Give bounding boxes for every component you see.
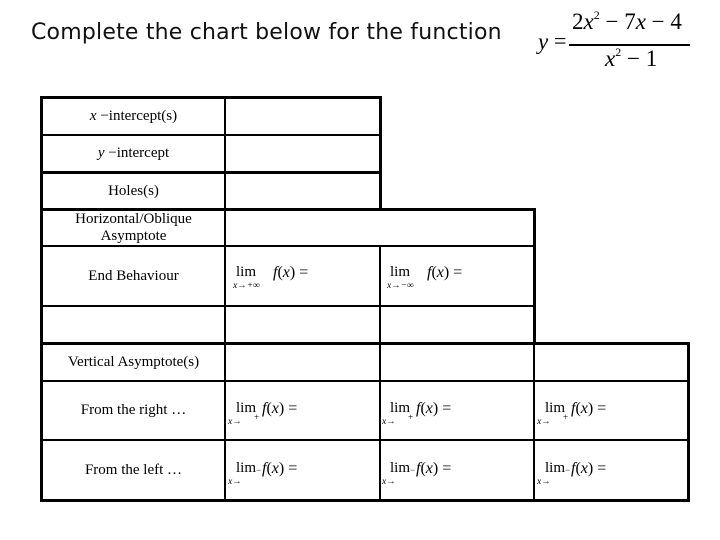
label-asymptote: Horizontal/Oblique Asymptote	[75, 210, 192, 244]
limit-neg-infinity[interactable]: lim x→−∞ f(x) =	[380, 264, 533, 294]
label-y-intercept: y −intercept	[97, 145, 170, 161]
table-border	[40, 499, 690, 502]
label-from-right: From the right …	[80, 402, 187, 418]
answer-y-intercept[interactable]	[226, 136, 379, 171]
label-x-intercepts: x −intercept(s)	[89, 108, 178, 124]
limit-left-1[interactable]: lim x→ − f(x) =	[226, 460, 379, 490]
table-border	[379, 96, 382, 209]
label-end-behaviour: End Behaviour	[88, 267, 179, 284]
function-formula: y = 2x2 − 7x − 4 x2 − 1	[538, 8, 708, 72]
limit-right-1[interactable]: lim x→ + f(x) =	[226, 400, 379, 430]
answer-x-intercepts[interactable]	[226, 99, 379, 134]
formula-numerator: 2x2 − 7x − 4	[572, 8, 682, 34]
answer-asymptote[interactable]	[226, 211, 533, 245]
answer-end-neg[interactable]	[381, 307, 533, 342]
answer-va-3[interactable]	[535, 345, 687, 380]
limit-left-3[interactable]: lim x→ − f(x) =	[535, 460, 687, 490]
formula-lhs: y	[538, 29, 549, 54]
blank-row-label	[43, 307, 224, 342]
instruction-title: Complete the chart below for the functio…	[31, 20, 502, 45]
limit-pos-infinity[interactable]: lim x→+∞ f(x) =	[226, 264, 379, 294]
limit-right-2[interactable]: lim x→ + f(x) =	[380, 400, 533, 430]
table-border	[687, 342, 690, 502]
answer-va-2[interactable]	[381, 345, 533, 380]
limit-left-2[interactable]: lim x→ − f(x) =	[380, 460, 533, 490]
formula-denominator: x2 − 1	[605, 45, 658, 71]
limit-right-3[interactable]: lim x→ + f(x) =	[535, 400, 687, 430]
answer-end-pos[interactable]	[226, 307, 379, 342]
formula-equals: =	[554, 28, 567, 53]
answer-va-1[interactable]	[226, 345, 379, 380]
label-from-left: From the left …	[84, 461, 183, 478]
answer-holes[interactable]	[226, 174, 379, 209]
label-vertical-asymptotes: Vertical Asymptote(s)	[67, 354, 200, 370]
label-holes: Holes(s)	[108, 183, 159, 199]
table-border	[533, 208, 536, 344]
